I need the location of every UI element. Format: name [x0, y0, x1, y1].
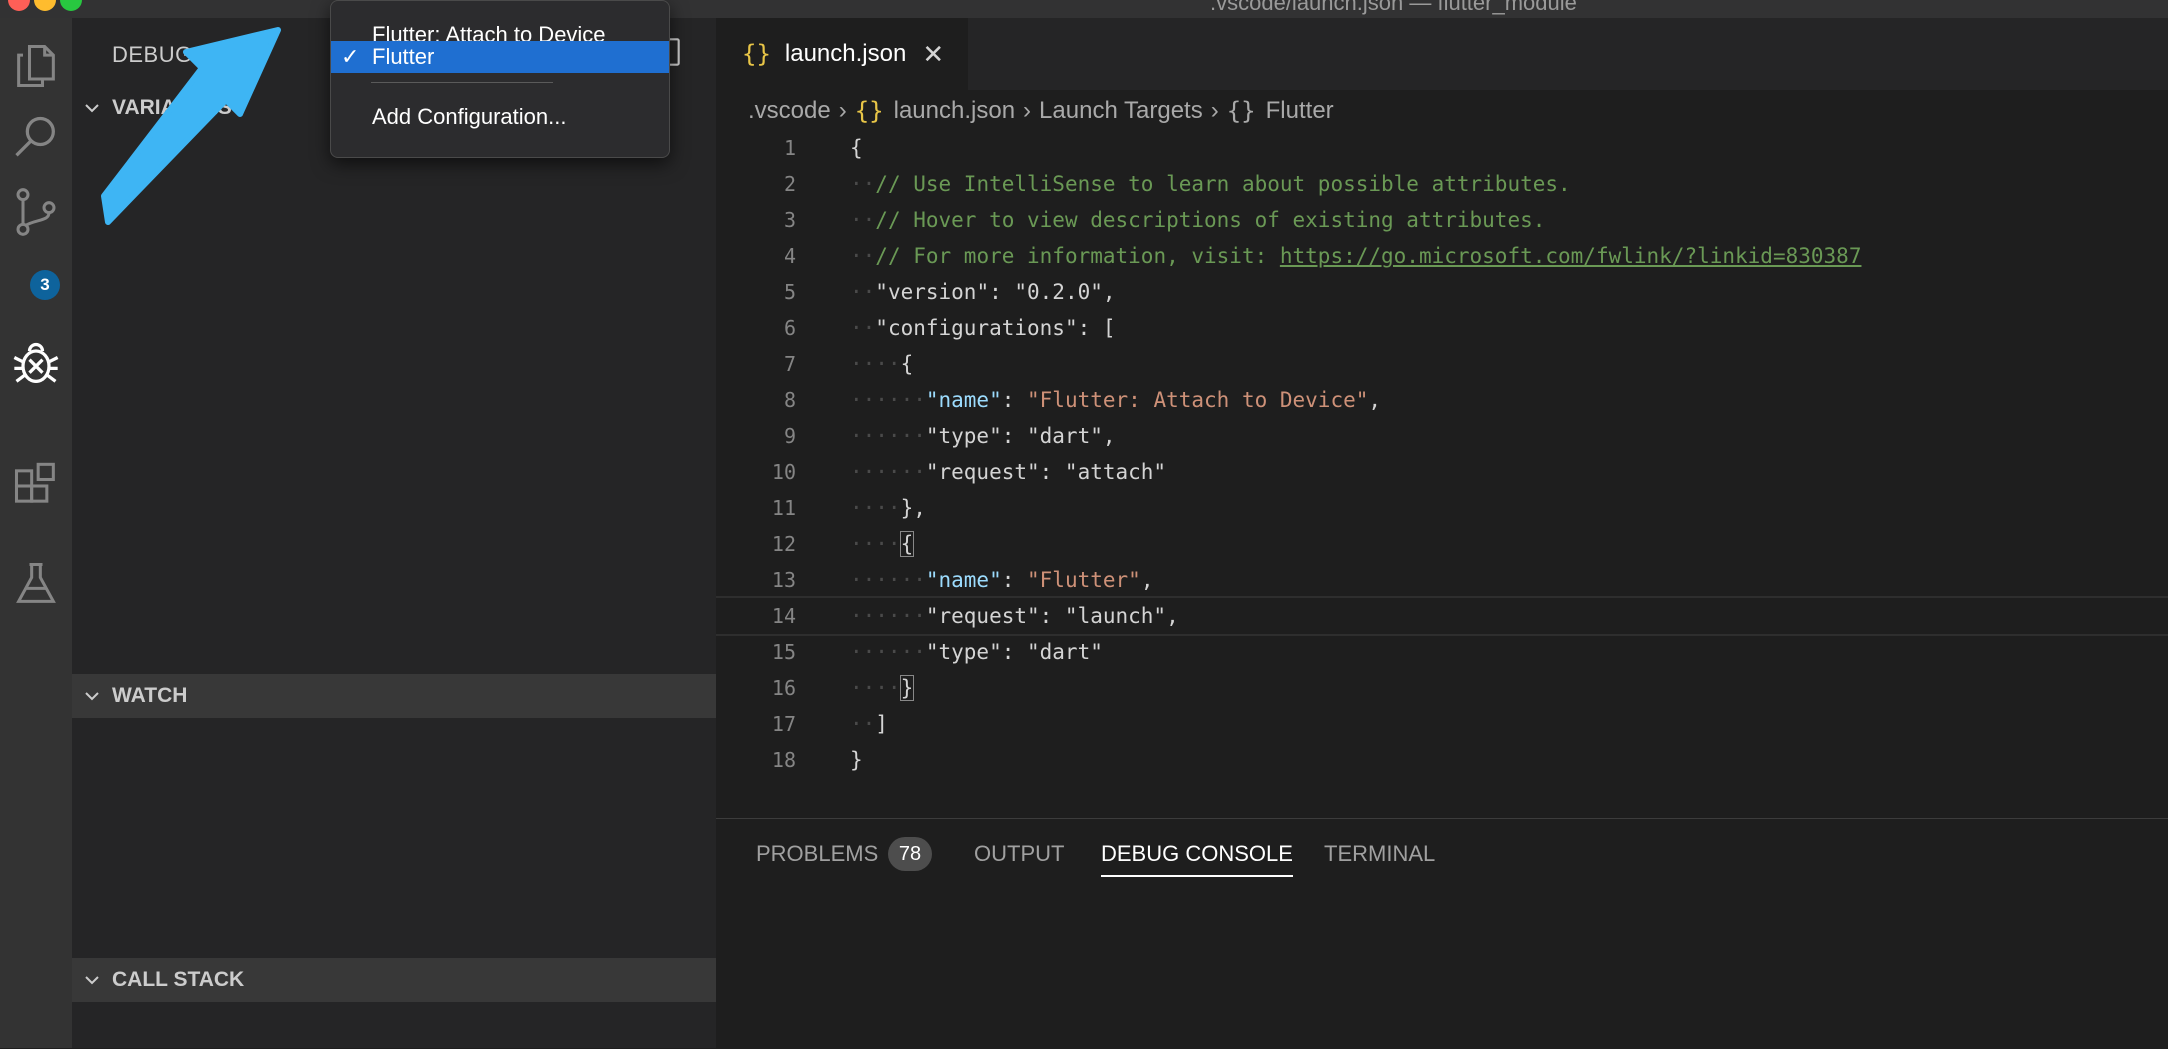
dropdown-separator [371, 82, 553, 83]
window-title: .vscode/launch.json — flutter_module [1210, 0, 1577, 15]
code-line: 18 } [771, 748, 863, 772]
tab-launch-json[interactable]: {} launch.json ✕ [716, 18, 968, 90]
fwlink-link[interactable]: https://go.microsoft.com/fwlink/?linkid=… [1280, 244, 1862, 268]
debug-label: DEBUG [112, 42, 193, 67]
tab-output[interactable]: OUTPUT [974, 841, 1064, 867]
code-line: 16 ····} [771, 675, 915, 701]
breadcrumb-item-launch-json[interactable]: launch.json [894, 97, 1015, 125]
code-line-current: 14 ······"request": "launch", [716, 596, 2168, 636]
search-icon[interactable] [0, 102, 72, 174]
dropdown-item-flutter[interactable]: ✓ Flutter [331, 41, 669, 73]
zoom-window-button[interactable] [60, 0, 82, 11]
code-line: 5 ··"version": "0.2.0", [783, 280, 1116, 304]
object-icon: {} [1226, 97, 1256, 125]
code-line: 4 ··// For more information, visit: http… [783, 244, 1862, 268]
chevron-down-icon [72, 970, 112, 990]
code-line: 13 ······"name": "Flutter", [771, 568, 1154, 592]
code-line: 2 ··// Use IntelliSense to learn about p… [783, 172, 1571, 196]
checkmark-icon: ✓ [341, 44, 360, 69]
code-line: 15 ······"type": "dart" [771, 640, 1103, 664]
chevron-right-icon: › [838, 97, 847, 124]
code-line: 7 ····{ [783, 352, 914, 376]
title-bar: .vscode/launch.json — flutter_module [0, 0, 2168, 18]
tab-label: launch.json [784, 40, 907, 67]
code-line: 6 ··"configurations": [ [783, 316, 1116, 340]
watch-label: WATCH [112, 684, 188, 707]
testing-flask-icon[interactable] [0, 548, 72, 620]
close-icon[interactable]: ✕ [922, 39, 944, 70]
problems-count-badge: 78 [888, 837, 932, 871]
tab-terminal[interactable]: TERMINAL [1324, 841, 1435, 867]
editor-tab-bar: {} launch.json ✕ [716, 18, 2168, 90]
dropdown-item-add-configuration[interactable]: Add Configuration... [331, 101, 669, 133]
breadcrumb: .vscode › {} launch.json › Launch Target… [748, 94, 1334, 128]
tab-debug-console[interactable]: DEBUG CONSOLE [1101, 841, 1293, 877]
code-line: 11 ····}, [771, 496, 926, 520]
chevron-right-icon: › [1210, 97, 1219, 124]
breadcrumb-item-vscode[interactable]: .vscode [748, 97, 831, 125]
breadcrumb-item-launch-targets[interactable]: Launch Targets [1039, 97, 1203, 125]
code-editor[interactable]: 1 { 2 ··// Use IntelliSense to learn abo… [716, 130, 2168, 810]
source-control-icon[interactable] [0, 176, 72, 248]
debug-sidebar: DEBUG VARIABLES WATCH CALL STACK Flutter… [72, 0, 716, 1048]
chevron-down-icon [72, 686, 112, 706]
watch-section-header[interactable]: WATCH [72, 674, 716, 718]
debug-icon[interactable] [0, 328, 72, 400]
code-line: 8 ······"name": "Flutter: Attach to Devi… [783, 388, 1382, 412]
code-line: 1 { [783, 136, 863, 160]
variables-label: VARIABLES [112, 96, 232, 119]
call-stack-section-header[interactable]: CALL STACK [72, 958, 716, 1002]
json-file-icon: {} [742, 40, 771, 68]
code-line: 10 ······"request": "attach" [771, 460, 1167, 484]
call-stack-label: CALL STACK [112, 968, 245, 991]
extensions-icon[interactable] [0, 450, 72, 522]
json-file-icon: {} [854, 97, 884, 125]
chevron-down-icon [72, 98, 112, 118]
activity-bar: 3 [0, 18, 72, 1048]
launch-configuration-dropdown[interactable]: Flutter: Attach to Device ✓ Flutter Add … [330, 0, 670, 158]
code-line: 9 ······"type": "dart", [783, 424, 1116, 448]
chevron-right-icon: › [1023, 97, 1032, 124]
tab-problems[interactable]: PROBLEMS [756, 841, 878, 867]
minimize-window-button[interactable] [34, 0, 56, 11]
breadcrumb-item-flutter[interactable]: Flutter [1266, 97, 1334, 125]
source-control-badge: 3 [30, 270, 60, 300]
code-line: 17 ··] [771, 712, 888, 736]
code-line: 12 ····{ [771, 531, 915, 557]
code-line: 3 ··// Hover to view descriptions of exi… [783, 208, 1546, 232]
close-window-button[interactable] [8, 0, 30, 11]
bottom-panel: PROBLEMS 78 OUTPUT DEBUG CONSOLE TERMINA… [716, 818, 2168, 1049]
files-icon[interactable] [0, 30, 72, 102]
